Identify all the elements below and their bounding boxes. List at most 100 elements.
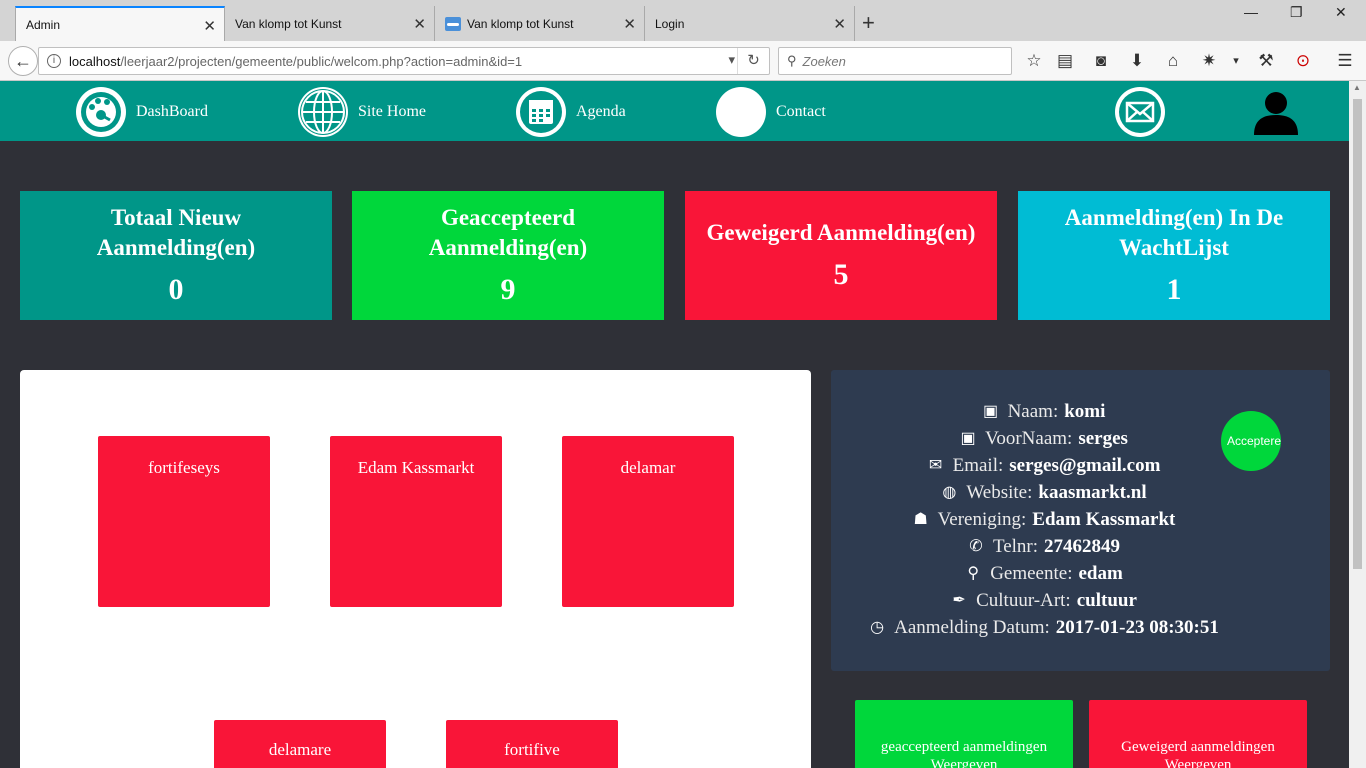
reload-icon[interactable]: ↻ xyxy=(737,48,769,74)
tile-label: delamare xyxy=(268,740,332,759)
site-navigation: DashBoard Site Home Agenda Contact xyxy=(0,81,1349,141)
close-icon[interactable]: ✕ xyxy=(623,15,636,33)
applications-panel: fortifeseys Edam Kassmarkt delamar delam… xyxy=(20,370,811,768)
browser-tabbar: Admin ✕ Van klomp tot Kunst ✕ Van klomp … xyxy=(0,0,1366,41)
url-path: /leerjaar2/projecten/gemeente/public/wel… xyxy=(120,53,523,69)
url-host: localhost xyxy=(69,53,121,69)
mail-button[interactable] xyxy=(1115,87,1175,137)
wand-icon[interactable]: ⚒ xyxy=(1255,51,1277,71)
browser-navbar: ← i localhost/leerjaar2/projecten/gemeen… xyxy=(0,41,1366,81)
detail-naam: ▣ Naam: komi xyxy=(983,401,1106,422)
detail-cultuur: ✒ Cultuur-Art: cultuur xyxy=(831,590,1256,612)
close-icon[interactable]: ✕ xyxy=(203,17,216,35)
reading-list-icon[interactable]: ▤ xyxy=(1054,51,1076,71)
close-icon[interactable]: ✕ xyxy=(413,15,426,33)
detail-voornaam: ▣ VoorNaam: serges xyxy=(960,428,1128,449)
stat-value: 0 xyxy=(168,273,184,306)
menu-icon[interactable]: ☰ xyxy=(1334,51,1356,71)
users-icon: ☗ xyxy=(913,511,928,528)
window-close-icon[interactable]: ✕ xyxy=(1335,4,1347,21)
nav-dashboard-label: DashBoard xyxy=(136,103,208,120)
calendar-icon xyxy=(516,87,566,137)
home-icon[interactable]: ⌂ xyxy=(1162,51,1184,71)
nav-agenda-label: Agenda xyxy=(576,103,626,120)
bookmark-star-icon[interactable]: ☆ xyxy=(1023,51,1045,71)
application-tile[interactable]: fortifive xyxy=(446,720,618,768)
tab-van-klomp-2[interactable]: Van klomp tot Kunst ✕ xyxy=(435,6,645,41)
page-scrollbar[interactable]: ▲ xyxy=(1349,81,1366,768)
restore-icon[interactable]: ❐ xyxy=(1290,4,1303,21)
tab-admin[interactable]: Admin ✕ xyxy=(15,6,225,41)
tab-van-klomp-1[interactable]: Van klomp tot Kunst ✕ xyxy=(225,6,435,41)
minimize-icon[interactable]: — xyxy=(1244,4,1258,20)
nav-agenda[interactable]: Agenda xyxy=(516,87,626,137)
application-tile[interactable]: delamare xyxy=(214,720,386,768)
url-bar[interactable]: i localhost/leerjaar2/projecten/gemeente… xyxy=(38,47,770,75)
stat-value: 9 xyxy=(500,273,516,306)
globe-icon xyxy=(298,87,348,137)
scrollbar-thumb[interactable] xyxy=(1353,99,1362,569)
stat-label: Totaal Nieuw Aanmelding(en) xyxy=(96,205,256,260)
tab-label: Login xyxy=(655,16,685,31)
nav-dashboard[interactable]: DashBoard xyxy=(76,87,208,137)
show-refused-button[interactable]: Geweigerd aanmeldingen Weergeven xyxy=(1089,700,1307,768)
tile-label: Edam Kassmarkt xyxy=(357,458,475,477)
download-icon[interactable]: ⬇ xyxy=(1126,51,1148,71)
nav-site-home-label: Site Home xyxy=(358,103,426,120)
info-icon[interactable]: i xyxy=(47,54,61,68)
detail-email: ✉ Email: serges@gmail.com xyxy=(831,455,1256,477)
envelope-icon xyxy=(1115,87,1165,137)
site-favicon-icon xyxy=(445,16,461,31)
stat-value: 5 xyxy=(833,258,849,291)
tab-label: Van klomp tot Kunst xyxy=(235,16,342,31)
detail-website: ◍ Website: kaasmarkt.nl xyxy=(831,482,1256,504)
back-arrow-icon[interactable]: ← xyxy=(8,46,38,76)
chevron-down-icon[interactable]: ▾ xyxy=(1225,54,1247,67)
clock-icon: ◷ xyxy=(870,619,885,636)
search-input[interactable]: ⚲ Zoeken xyxy=(778,47,1012,75)
stat-value: 1 xyxy=(1166,273,1182,306)
user-button[interactable] xyxy=(1252,91,1300,140)
tab-label: Van klomp tot Kunst xyxy=(467,16,574,31)
application-tile[interactable]: Edam Kassmarkt xyxy=(330,436,502,607)
scroll-up-icon[interactable]: ▲ xyxy=(1353,83,1361,92)
phone-icon: ✆ xyxy=(969,538,983,555)
nav-site-home[interactable]: Site Home xyxy=(298,87,426,137)
application-tile[interactable]: fortifeseys xyxy=(98,436,270,607)
detail-datum: ◷ Aanmelding Datum: 2017-01-23 08:30:51 xyxy=(831,617,1256,639)
stat-card-refused[interactable]: Geweigerd Aanmelding(en) 5 xyxy=(685,191,997,320)
envelope-icon: ✉ xyxy=(928,457,943,474)
chevron-down-icon[interactable]: ▾ xyxy=(728,52,735,68)
search-placeholder: Zoeken xyxy=(802,53,846,69)
adblock-icon[interactable]: ⊙ xyxy=(1292,51,1314,71)
stat-card-accepted[interactable]: Geaccepteerd Aanmelding(en) 9 xyxy=(352,191,664,320)
map-marker-icon: ⚲ xyxy=(967,565,980,582)
user-icon xyxy=(1254,92,1298,135)
stat-card-new[interactable]: Totaal Nieuw Aanmelding(en) 0 xyxy=(20,191,332,320)
new-tab-icon[interactable]: + xyxy=(862,10,875,36)
stat-label: Geweigerd Aanmelding(en) xyxy=(706,220,976,245)
dashboard-icon xyxy=(76,87,126,137)
application-tile[interactable]: delamar xyxy=(562,436,734,607)
stat-label: Geaccepteerd Aanmelding(en) xyxy=(428,205,588,260)
show-accepted-button[interactable]: geaccepteerd aanmeldingen Weergeven xyxy=(855,700,1073,768)
tile-label: fortifeseys xyxy=(148,458,220,477)
extension-icon[interactable]: ✷ xyxy=(1198,51,1220,71)
tab-label: Admin xyxy=(26,17,61,32)
search-icon: ⚲ xyxy=(787,53,797,68)
stat-card-waitlist[interactable]: Aanmelding(en) In De WachtLijst 1 xyxy=(1018,191,1330,320)
nav-contact-label: Contact xyxy=(776,103,826,120)
id-card-icon: ▣ xyxy=(983,403,999,420)
nav-contact[interactable]: Contact xyxy=(716,87,826,137)
globe-icon: ◍ xyxy=(942,484,957,501)
pen-icon: ✒ xyxy=(952,592,966,609)
close-icon[interactable]: ✕ xyxy=(833,15,846,33)
detail-vereniging: ☗ Vereniging: Edam Kassmarkt xyxy=(913,509,1176,530)
accept-button[interactable]: Accepteren xyxy=(1221,411,1281,471)
contact-icon xyxy=(716,87,766,137)
tab-login[interactable]: Login ✕ xyxy=(645,6,855,41)
tile-label: fortifive xyxy=(504,740,560,759)
id-card-icon: ▣ xyxy=(960,430,976,447)
pocket-icon[interactable]: ◙ xyxy=(1090,51,1112,71)
detail-telnr: ✆ Telnr: 27462849 xyxy=(831,536,1256,558)
